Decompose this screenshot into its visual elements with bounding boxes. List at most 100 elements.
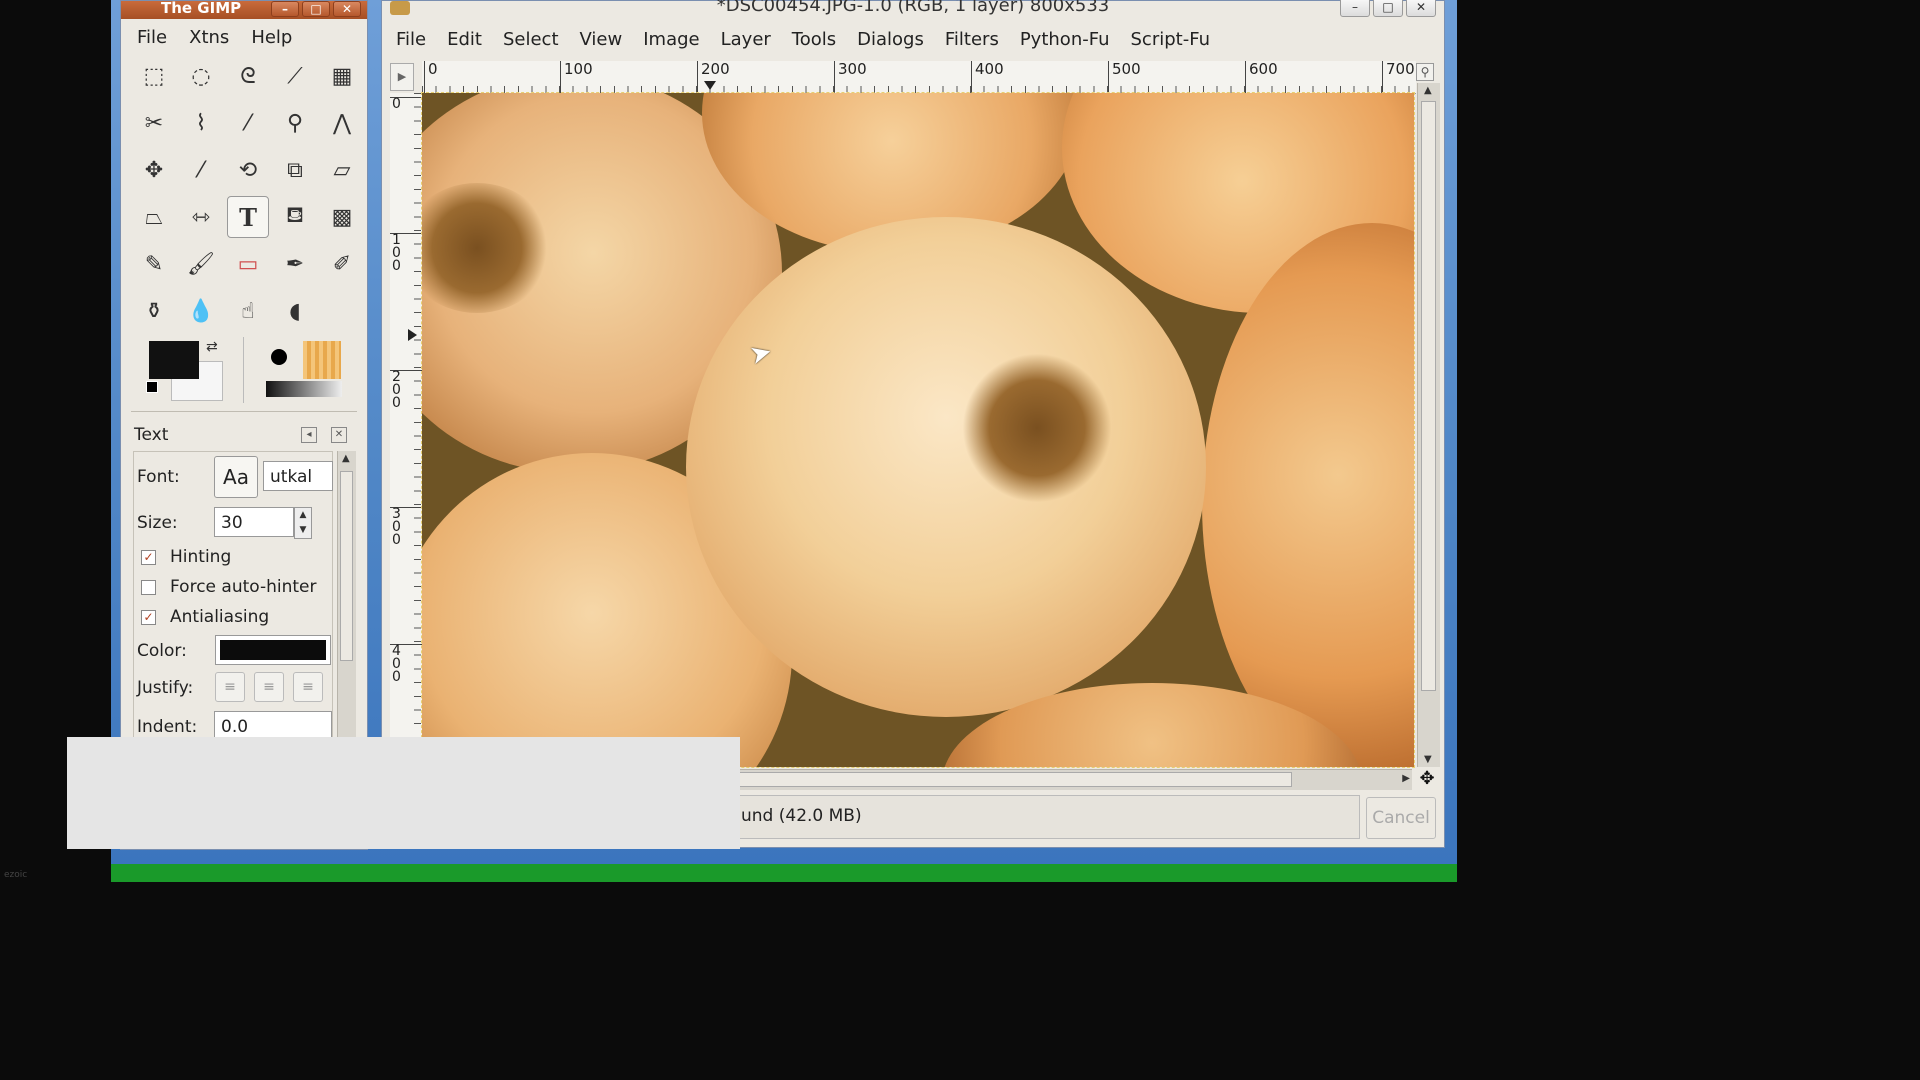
blur-icon[interactable]: 💧 [180,290,222,332]
default-colors-icon[interactable] [146,381,158,393]
scrollbar-thumb[interactable] [1421,101,1436,691]
ink-icon[interactable]: ✐ [321,243,363,285]
force-autohinter-checkbox[interactable] [141,579,156,595]
menu-file[interactable]: File [137,27,167,48]
perspective-icon[interactable]: ⏢ [133,196,175,238]
scrollbar-thumb[interactable] [340,471,353,661]
menu-view[interactable]: View [580,29,623,50]
move-icon[interactable]: ✥ [133,149,175,191]
airbrush-icon[interactable]: ✒ [274,243,316,285]
menu-filters[interactable]: Filters [945,29,999,50]
menu-layer[interactable]: Layer [721,29,771,50]
scroll-up-icon[interactable]: ▲ [1424,85,1432,96]
color-picker-icon[interactable]: ⁄ [227,102,269,144]
rect-select-icon[interactable]: ⬚ [133,55,175,97]
zoom-icon[interactable]: ⚲ [274,102,316,144]
close-icon[interactable]: ✕ [333,1,361,17]
crop-icon[interactable]: ⁄ [180,149,222,191]
menu-help[interactable]: Help [251,27,292,48]
onion [686,217,1206,717]
foreground-color[interactable] [149,341,199,379]
fuzzy-select-icon[interactable]: ⟋ [274,55,316,97]
brush-indicator[interactable] [271,349,287,365]
toolbox-menubar: File Xtns Help [137,27,314,48]
force-autohinter-row[interactable]: Force auto-hinter [141,577,317,597]
hruler-label: 500 [1108,61,1141,93]
bucket-fill-icon[interactable]: ⛾ [274,196,316,238]
clone-icon[interactable]: ⚱ [133,290,175,332]
scale-icon[interactable]: ⧉ [274,149,316,191]
menu-dialogs[interactable]: Dialogs [857,29,924,50]
options-close-icon[interactable]: ✕ [331,427,347,443]
menu-python-fu[interactable]: Python-Fu [1020,29,1110,50]
quick-mask-toggle-icon[interactable]: ▶ [390,63,414,91]
text-icon[interactable]: T [227,196,269,238]
tool-options-scrollbar[interactable]: ▲ [337,451,356,741]
swap-colors-icon[interactable]: ⇄ [206,339,218,355]
minimize-icon[interactable]: – [271,1,299,17]
justify-right-icon[interactable]: ≡ [254,672,284,702]
zoom-to-fit-icon[interactable]: ⚲ [1416,63,1434,81]
scissors-icon[interactable]: ✂ [133,102,175,144]
image-canvas[interactable]: ➤ [421,92,1415,768]
eraser-icon[interactable]: ▭ [227,243,269,285]
pattern-indicator[interactable] [303,341,341,379]
justify-center-icon[interactable]: ≡ [293,672,323,702]
paintbrush-icon[interactable]: 🖌 [180,243,222,285]
horizontal-ruler: 0 100 200 300 400 500 600 700 [422,61,1416,94]
paths-icon[interactable]: ⌇ [180,102,222,144]
font-input[interactable]: utkal [263,461,333,491]
maximize-icon[interactable]: □ [302,1,330,17]
hinting-row[interactable]: ✓ Hinting [141,547,231,567]
cancel-button[interactable]: Cancel [1366,797,1436,839]
hruler-pointer-icon [704,81,716,90]
overlay-box [67,737,740,849]
image-window: *DSC00454.JPG-1.0 (RGB, 1 layer) 800x533… [381,0,1445,848]
font-label: Font: [137,467,180,487]
menu-script-fu[interactable]: Script-Fu [1131,29,1210,50]
image-window-buttons: – □ ✕ [1340,0,1436,17]
close-icon[interactable]: ✕ [1406,0,1436,17]
scroll-up-icon[interactable]: ▲ [342,453,350,464]
scroll-down-icon[interactable]: ▼ [1424,754,1432,765]
navigate-icon[interactable]: ✥ [1416,769,1438,789]
vruler-label: 3 0 0 [390,507,424,547]
menu-select[interactable]: Select [503,29,559,50]
flip-icon[interactable]: ⇿ [180,196,222,238]
text-color-fill [220,640,326,660]
gradient-indicator[interactable] [266,381,342,397]
menu-edit[interactable]: Edit [447,29,482,50]
menu-xtns[interactable]: Xtns [189,27,229,48]
antialiasing-row[interactable]: ✓ Antialiasing [141,607,269,627]
status-text: und (42.0 MB) [741,806,862,826]
select-by-color-icon[interactable]: ▦ [321,55,363,97]
indent-label: Indent: [137,717,198,737]
menu-image[interactable]: Image [643,29,699,50]
antialiasing-checkbox[interactable]: ✓ [141,609,156,625]
hinting-checkbox[interactable]: ✓ [141,549,156,565]
text-color-button[interactable] [215,635,331,665]
maximize-icon[interactable]: □ [1373,0,1403,17]
measure-icon[interactable]: ⋀ [321,102,363,144]
minimize-icon[interactable]: – [1340,0,1370,17]
menu-file[interactable]: File [396,29,426,50]
justify-left-icon[interactable]: ≡ [215,672,245,702]
dodge-burn-icon[interactable]: ◖ [274,290,316,332]
menu-tools[interactable]: Tools [792,29,836,50]
toolbox-title: The GIMP [161,0,242,17]
vruler-label: 0 [390,97,424,111]
shear-icon[interactable]: ▱ [321,149,363,191]
smudge-icon[interactable]: ☝ [227,290,269,332]
rotate-icon[interactable]: ⟲ [227,149,269,191]
lasso-icon[interactable]: ᘓ [227,55,269,97]
pencil-icon[interactable]: ✎ [133,243,175,285]
font-preview-button[interactable]: Aa [214,456,258,498]
size-input[interactable]: 30 [214,507,294,537]
options-restore-icon[interactable]: ◂ [301,427,317,443]
toolbox-titlebar[interactable]: The GIMP – □ ✕ [121,0,367,19]
vertical-scrollbar[interactable]: ▲ ▼ [1417,83,1440,767]
ellipse-select-icon[interactable]: ◌ [180,55,222,97]
blend-icon[interactable]: ▩ [321,196,363,238]
scroll-right-icon[interactable]: ▶ [1402,773,1410,784]
size-spinner[interactable]: ▲ ▼ [294,507,312,539]
